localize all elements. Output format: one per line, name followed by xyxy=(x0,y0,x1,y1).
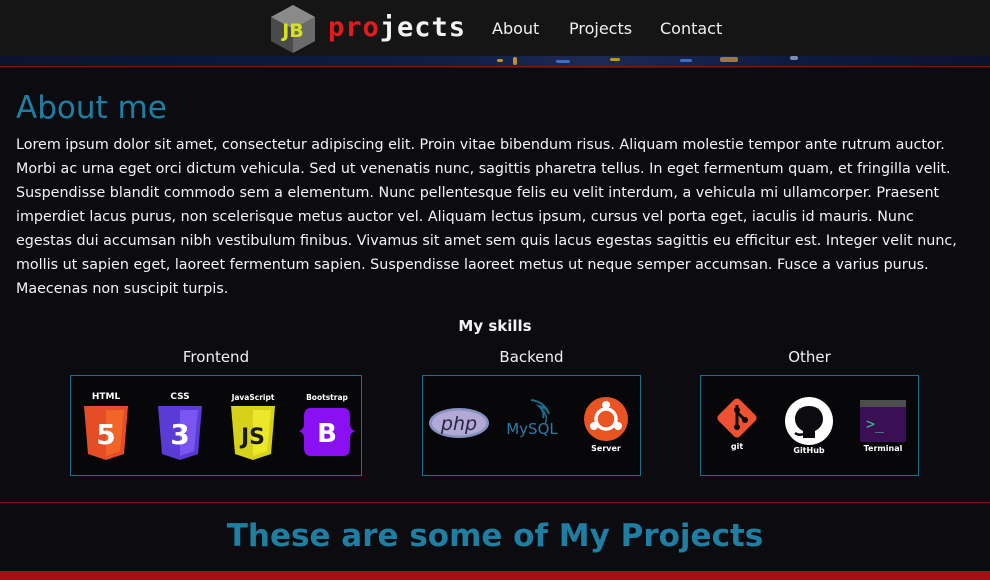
nav-contact-link[interactable]: Contact xyxy=(660,19,722,38)
nav-about-link[interactable]: About xyxy=(492,19,539,38)
github-caption: GitHub xyxy=(793,446,825,455)
projects-title: These are some of My Projects xyxy=(226,518,764,554)
bootstrap-glyph: B xyxy=(317,419,337,449)
terminal-prompt: >_ xyxy=(866,415,885,433)
mysql-label: MySQL xyxy=(506,420,558,438)
brand-name-part1: pro xyxy=(328,12,380,43)
html5-caption: HTML xyxy=(91,392,121,402)
brand-name-part2: jects xyxy=(379,12,467,43)
html5-glyph: 5 xyxy=(96,418,115,451)
terminal-caption: Terminal xyxy=(863,444,903,453)
php-label: php xyxy=(440,413,477,435)
logo-initials: JB xyxy=(280,20,304,42)
bootstrap-caption: Bootstrap xyxy=(306,393,348,402)
backend-label: Backend xyxy=(499,348,564,366)
other-skills-box: git GitHub >_ Terminal xyxy=(700,375,919,476)
css3-caption: CSS xyxy=(170,392,190,402)
section-divider xyxy=(0,502,990,503)
github-icon: GitHub xyxy=(781,396,837,462)
html5-icon: HTML 5 xyxy=(81,390,131,460)
mysql-icon: MySQL xyxy=(501,396,563,446)
php-icon: php xyxy=(427,406,491,440)
javascript-glyph: JS xyxy=(239,425,265,450)
logo-cube-icon[interactable]: JB xyxy=(270,4,316,54)
about-paragraph: Lorem ipsum dolor sit amet, consectetur … xyxy=(16,137,957,297)
skills-heading: My skills xyxy=(458,317,532,335)
javascript-icon: JavaScript JS xyxy=(227,390,279,460)
bootstrap-icon: Bootstrap B xyxy=(297,390,357,460)
nav-projects-link[interactable]: Projects xyxy=(569,19,632,38)
git-icon: git xyxy=(713,398,761,462)
css3-icon: CSS 3 xyxy=(155,390,205,460)
frontend-skills-box: HTML 5 CSS 3 JavaScript JS Bootstrap B xyxy=(70,375,362,476)
server-caption: Server xyxy=(591,444,621,453)
terminal-icon: >_ Terminal xyxy=(855,398,911,462)
projects-section-bar xyxy=(0,571,990,580)
javascript-caption: JavaScript xyxy=(231,393,275,402)
css3-glyph: 3 xyxy=(170,418,189,451)
ubuntu-server-icon: Server xyxy=(579,396,633,460)
hero-divider xyxy=(0,66,990,67)
about-title: About me xyxy=(16,90,167,126)
other-label: Other xyxy=(788,348,831,366)
brand-name[interactable]: projects xyxy=(328,12,466,43)
frontend-label: Frontend xyxy=(182,348,250,366)
git-caption: git xyxy=(730,442,744,451)
backend-skills-box: php MySQL Server xyxy=(422,375,641,476)
